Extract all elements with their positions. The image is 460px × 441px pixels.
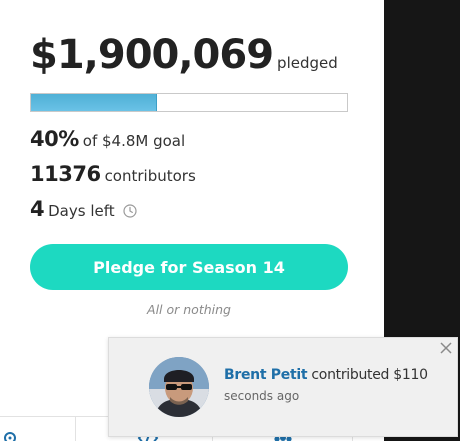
- link-icon[interactable]: [2, 429, 18, 441]
- amount-suffix: pledged: [277, 54, 338, 72]
- contributors-count: 11376: [30, 162, 101, 186]
- strip-divider: [75, 417, 76, 441]
- contributors-label: contributors: [104, 167, 196, 185]
- funding-type-note: All or nothing: [147, 302, 231, 317]
- toast-message: Brent Petit contributed $110: [224, 367, 428, 383]
- close-icon[interactable]: [439, 341, 453, 355]
- pledged-amount: $1,900,069 pledged: [30, 32, 338, 78]
- days-left-count: 4: [30, 197, 45, 221]
- days-left-stat: 4 Days left: [30, 197, 137, 221]
- days-left-label: Days left: [48, 202, 115, 220]
- contribution-text: contributed $110: [311, 367, 428, 383]
- funding-progress-fill: [31, 94, 158, 111]
- avatar: [149, 357, 209, 417]
- contributor-name-link[interactable]: Brent Petit: [224, 367, 308, 383]
- goal-text: of $4.8M goal: [82, 132, 186, 150]
- clock-icon: [123, 204, 137, 218]
- contributors-stat: 11376 contributors: [30, 162, 196, 186]
- pledge-button[interactable]: Pledge for Season 14: [30, 244, 348, 290]
- goal-stat: 40% of $4.8M goal: [30, 127, 185, 151]
- funding-progress-bar: [30, 93, 348, 112]
- goal-percent: 40%: [30, 127, 79, 151]
- toast-timestamp: seconds ago: [224, 389, 300, 403]
- contribution-toast[interactable]: Brent Petit contributed $110 seconds ago: [108, 337, 458, 437]
- amount-value: $1,900,069: [30, 32, 274, 78]
